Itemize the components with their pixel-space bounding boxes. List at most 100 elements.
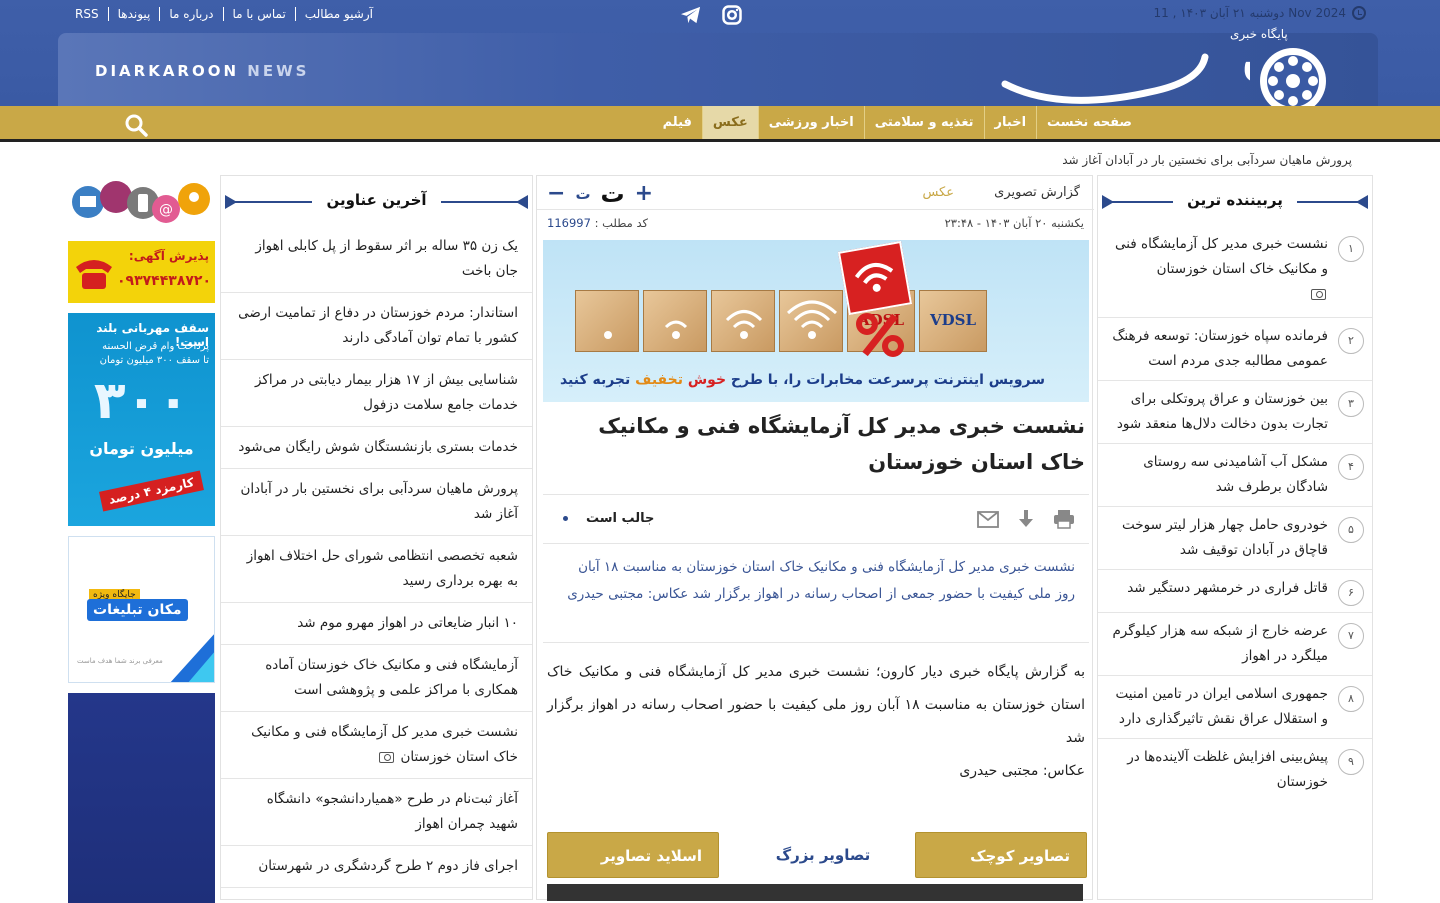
email-share-icon[interactable] <box>977 509 999 529</box>
font-large-icon[interactable]: ت <box>601 180 625 208</box>
list-item[interactable]: ۴ مشکل آب آشامیدنی سه روستای شادگان برطرف… <box>1098 444 1372 507</box>
discount-badge <box>837 240 913 316</box>
item-title: فرمانده سپاه خوزستان: توسعه فرهنگ عمومی … <box>1112 328 1328 369</box>
nav-photo[interactable]: عکس <box>701 106 758 139</box>
header-arrow-left <box>225 195 237 209</box>
phone-icon <box>100 181 132 213</box>
list-item[interactable]: ۷ عرضه خارج از شبکه سه هزار کیلوگرم میلگر… <box>1098 613 1372 676</box>
list-item[interactable]: خدمات بستری بازنشستگان شوش رایگان می‌شود <box>221 427 532 469</box>
percent-wifi-icon <box>854 262 894 292</box>
news-ticker[interactable]: پرورش ماهیان سردآبی برای نخستین بار در آ… <box>1062 153 1352 167</box>
header-arrow-right <box>516 195 528 209</box>
nav-home[interactable]: صفحه نخست <box>1036 106 1142 139</box>
code-value: 116997 <box>547 216 591 230</box>
slogan-part-c: تخفیف <box>635 372 683 388</box>
article-title: نشست خبری مدیر کل آزمایشگاه فنی و مکانیک… <box>598 414 1085 474</box>
dark-banner-ad[interactable] <box>68 693 215 903</box>
archive-link[interactable]: آرشیو مطالب <box>296 7 382 21</box>
article-category[interactable]: گزارش تصویری <box>994 185 1080 200</box>
list-item[interactable]: پرورش ماهیان سردآبی برای نخستین بار در آ… <box>221 469 532 536</box>
item-title: نشست خبری مدیر کل آزمایشگاه فنی و مکانیک… <box>1114 236 1328 277</box>
popular-column: پربیننده ترین ۱ نشست خبری مدیر کل آزمایشگ… <box>1097 175 1373 900</box>
contact-icons-ad[interactable]: @ <box>68 175 215 231</box>
ad-banner-internet[interactable]: ADSL VDSL سرویس اینترنت پرسرعت مخابرات ر… <box>543 240 1089 402</box>
font-small-icon[interactable]: ت <box>575 185 590 203</box>
links-link[interactable]: پیوندها <box>109 7 161 21</box>
small-images-button[interactable]: تصاویر کوچک <box>915 832 1087 878</box>
loan-ad[interactable]: سقف مهربانی بلند است! پرداخت وام قرض الح… <box>68 313 215 526</box>
item-number: ۶ <box>1338 580 1364 606</box>
list-item[interactable]: ۱ نشست خبری مدیر کل آزمایشگاه فنی و مکانی… <box>1098 226 1372 318</box>
font-decrease-icon[interactable]: − <box>547 183 565 205</box>
article-code: کد مطلب : 116997 <box>547 216 648 230</box>
brand-name-en: DIARKAROON <box>95 62 240 80</box>
phone-icon <box>76 260 112 289</box>
popular-title: پربیننده ترین <box>1173 191 1297 209</box>
item-title: عرضه خارج از شبکه سه هزار کیلوگرم میلگرد… <box>1112 623 1328 664</box>
ad-phone-number: ۰۹۳۷۴۴۳۸۷۲۰ <box>117 273 211 289</box>
list-item[interactable]: نشست خبری مدیر کل آزمایشگاه فنی و مکانیک… <box>221 712 532 779</box>
list-item[interactable]: یک زن ۳۵ ساله بر اثر سقوط از پل کابلی اه… <box>221 226 532 293</box>
wifi-block <box>643 290 707 352</box>
header-arrow-left <box>1102 195 1114 209</box>
list-item[interactable]: ۵ خودروی حامل چهار هزار لیتر سوخت قاچاق د… <box>1098 507 1372 570</box>
top-links: RSS پیوندها درباره ما تماس با ما آرشیو م… <box>75 7 382 21</box>
list-item[interactable]: اجرای فاز دوم ۲ طرح گردشگری در شهرستان <box>221 846 532 888</box>
font-size-tools: − ت ت + <box>547 180 653 208</box>
article-subcategory[interactable]: عکس <box>922 185 954 200</box>
nav-health[interactable]: تغذیه و سلامتی <box>863 106 984 139</box>
slogan-part-d: تجربه کنید <box>559 372 631 388</box>
site-logo[interactable]: دیارکارون <box>1000 12 1250 107</box>
loan-ad-amount: ۳۰۰ <box>93 371 190 431</box>
search-icon[interactable] <box>124 113 148 137</box>
item-number: ۳ <box>1338 391 1364 417</box>
telegram-icon[interactable] <box>680 5 702 25</box>
social-links <box>680 5 742 25</box>
item-title: جمهوری اسلامی ایران در تامین امنیت و است… <box>1115 686 1328 727</box>
latest-header: آخرین عناوین <box>221 176 532 226</box>
like-label: جالب است <box>586 511 655 526</box>
item-title: بین خوزستان و عراق پروتکلی برای تجارت بد… <box>1116 391 1328 432</box>
like-dot-icon <box>563 516 568 521</box>
advertising-space-ad[interactable]: جایگاه ویژه مکان تبلیغات معرفی برند شما … <box>68 536 215 683</box>
nav-sports[interactable]: اخبار ورزشی <box>757 106 864 139</box>
large-images-button[interactable]: تصاویر بزرگ <box>737 832 909 878</box>
item-title: خودروی حامل چهار هزار لیتر سوخت قاچاق در… <box>1122 517 1328 558</box>
list-item[interactable]: شعبه تخصصی انتظامی شورای حل اختلاف اهواز… <box>221 536 532 603</box>
ad-phone-label: پذیرش آگهی: <box>128 249 209 263</box>
percent-icon <box>856 313 904 357</box>
font-increase-icon[interactable]: + <box>635 183 653 205</box>
download-icon[interactable] <box>1017 509 1035 529</box>
camera-icon <box>379 751 395 763</box>
body-paragraph: به گزارش پایگاه خبری دیار کارون؛ نشست خب… <box>547 664 1085 746</box>
wifi-1-icon <box>664 320 688 339</box>
list-item[interactable]: آغاز ثبت‌نام در طرح «همیاردانشجو» دانشگا… <box>221 779 532 846</box>
list-item[interactable]: شناسایی بیش از ۱۷ هزار بیمار دیابتی در م… <box>221 360 532 427</box>
item-number: ۲ <box>1338 328 1364 354</box>
list-item[interactable]: آزمایشگاه فنی و مکانیک خاک خوزستان آماده… <box>221 645 532 712</box>
nav-news[interactable]: اخبار <box>983 106 1037 139</box>
item-number: ۸ <box>1338 686 1364 712</box>
list-item[interactable]: ۹ پیش‌بینی افزایش غلظت آلاینده‌ها در خوزس… <box>1098 739 1372 801</box>
gallery-image-strip[interactable] <box>547 884 1083 901</box>
list-item[interactable]: ۳ بین خوزستان و عراق پروتکلی برای تجارت ب… <box>1098 381 1372 444</box>
vdsl-label: VDSL <box>929 311 977 329</box>
like-button[interactable]: جالب است <box>563 511 654 526</box>
list-item[interactable]: ۱۰ انبار ضایعاتی در اهواز مهرو موم شد <box>221 603 532 645</box>
instagram-icon[interactable] <box>722 5 742 25</box>
list-item[interactable]: ۲ فرمانده سپاه خوزستان: توسعه فرهنگ عمومی… <box>1098 318 1372 381</box>
slideshow-button[interactable]: اسلاید تصاویر <box>547 832 719 878</box>
list-item[interactable]: استاندار: مردم خوزستان در دفاع از تمامیت… <box>221 293 532 360</box>
wifi-3-icon <box>786 300 838 339</box>
rss-link[interactable]: RSS <box>75 7 109 21</box>
print-icon[interactable] <box>1053 509 1075 529</box>
banner-blocks: ADSL VDSL <box>575 290 987 352</box>
advert-phone-ad[interactable]: پذیرش آگهی: ۰۹۳۷۴۴۳۸۷۲۰ <box>68 241 215 303</box>
list-item[interactable]: ۸ جمهوری اسلامی ایران در تامین امنیت و اس… <box>1098 676 1372 739</box>
vdsl-block: VDSL <box>919 290 987 352</box>
about-link[interactable]: درباره ما <box>160 7 224 21</box>
list-item[interactable]: ۶ قاتل فراری در خرمشهر دستگیر شد <box>1098 570 1372 613</box>
contact-link[interactable]: تماس با ما <box>224 7 296 21</box>
loan-ad-badge: کارمزد ۴ درصد <box>99 470 204 512</box>
nav-video[interactable]: فیلم <box>653 106 702 139</box>
